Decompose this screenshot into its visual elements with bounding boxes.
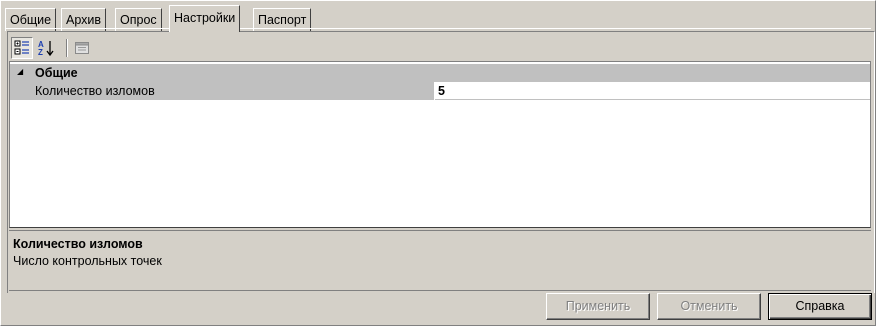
property-grid: ◢ Общие Количество изломов 5 <box>9 61 871 228</box>
tab-general-label: Общие <box>10 13 52 27</box>
apply-button[interactable]: Применить <box>546 293 650 320</box>
svg-text:Z: Z <box>38 48 43 57</box>
description-text: Число контрольных точек <box>13 254 162 268</box>
tab-polling-label: Опрос <box>120 13 157 27</box>
property-name-cell[interactable]: Количество изломов <box>10 82 434 100</box>
tab-settings[interactable]: Настройки <box>169 5 241 32</box>
button-divider <box>9 290 871 291</box>
property-pages-button[interactable] <box>71 37 93 59</box>
apply-button-label: Применить <box>565 299 631 313</box>
tab-divider <box>5 28 871 29</box>
category-row-general[interactable]: ◢ Общие <box>10 64 870 82</box>
tab-strip: Общие Архив Опрос Настройки Паспорт <box>5 4 871 32</box>
property-pages-icon <box>75 42 89 54</box>
description-title: Количество изломов <box>13 237 143 251</box>
sort-alphabetical-button[interactable]: A Z <box>35 37 57 59</box>
collapse-triangle-icon[interactable]: ◢ <box>17 66 23 78</box>
property-row[interactable]: Количество изломов 5 <box>10 82 870 100</box>
property-grid-toolbar: A Z <box>9 35 873 61</box>
tab-settings-label: Настройки <box>174 11 236 25</box>
cancel-button-label: Отменить <box>680 299 738 313</box>
property-value: 5 <box>438 84 445 98</box>
tab-passport-label: Паспорт <box>258 13 307 27</box>
category-label: Общие <box>35 66 78 80</box>
categorized-view-icon <box>14 40 29 55</box>
help-button-label: Справка <box>795 299 845 313</box>
settings-window: Общие Архив Опрос Настройки Паспорт A Z … <box>0 0 876 326</box>
cancel-button[interactable]: Отменить <box>657 293 761 320</box>
help-button[interactable]: Справка <box>768 293 872 320</box>
tab-archive-label: Архив <box>66 13 102 27</box>
categorized-view-button[interactable] <box>11 37 33 59</box>
sort-alphabetical-icon: A Z <box>38 40 54 57</box>
toolbar-separator <box>66 39 68 57</box>
property-name: Количество изломов <box>35 84 155 98</box>
property-value-field[interactable]: 5 <box>435 82 870 100</box>
description-pane: Количество изломов Число контрольных точ… <box>9 230 871 290</box>
